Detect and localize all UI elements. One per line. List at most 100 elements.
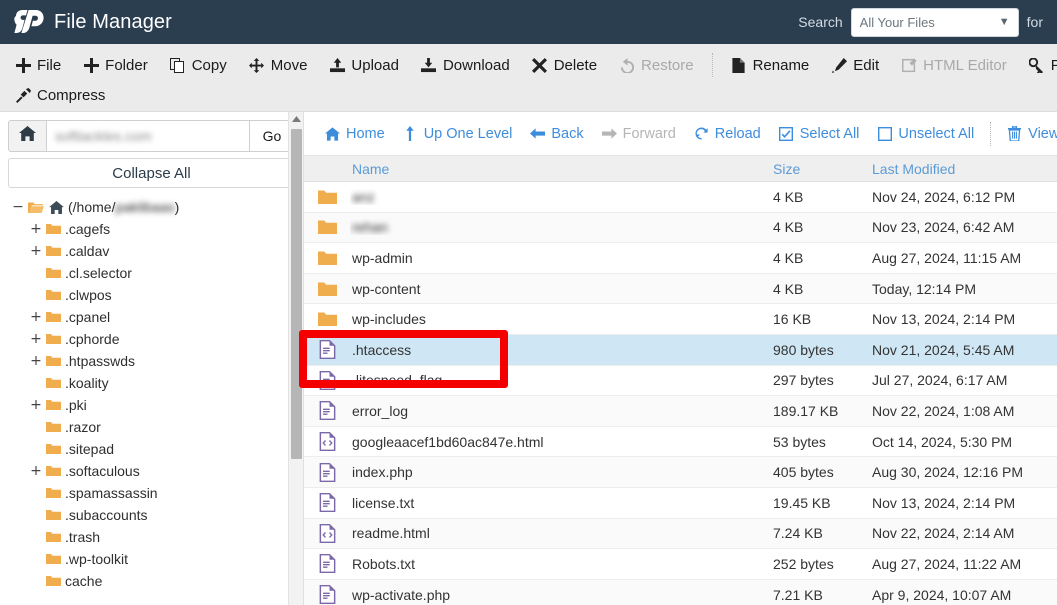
tree-node-cpanel[interactable]: + .cpanel <box>8 306 295 328</box>
file-name[interactable]: license.txt <box>350 495 773 511</box>
tree-node-home[interactable]: − (/home/paklibaas) <box>8 196 295 218</box>
expand-toggle-icon[interactable]: + <box>30 332 42 346</box>
tree-node-spamassassin[interactable]: .spamassassin <box>8 482 295 504</box>
table-row[interactable]: license.txt 19.45 KB Nov 13, 2024, 2:14 … <box>304 487 1057 519</box>
tree-node-koality[interactable]: .koality <box>8 372 295 394</box>
expand-toggle-icon[interactable]: + <box>30 354 42 368</box>
table-row[interactable]: error_log 189.17 KB Nov 22, 2024, 1:08 A… <box>304 396 1057 427</box>
file-name[interactable]: Robots.txt <box>350 556 773 572</box>
compress-button[interactable]: Compress <box>4 84 116 107</box>
table-row[interactable]: wp-content 4 KB Today, 12:14 PM <box>304 273 1057 305</box>
file-name[interactable]: readme.html <box>350 525 773 541</box>
copy-button[interactable]: Copy <box>159 54 238 77</box>
new-file-button[interactable]: File <box>4 54 72 77</box>
table-row[interactable]: wp-activate.php 7.21 KB Apr 9, 2024, 10:… <box>304 579 1057 605</box>
download-button[interactable]: Download <box>410 54 521 77</box>
html-file-icon <box>304 432 350 452</box>
nav-toolbar-divider <box>990 121 992 146</box>
tree-node-label: .clwpos <box>65 287 112 303</box>
table-row[interactable]: googleaacef1bd60ac847e.html 53 bytes Oct… <box>304 426 1057 458</box>
arrow-up-icon <box>403 126 418 141</box>
folder-icon <box>46 443 61 455</box>
nav-reload-button[interactable]: Reload <box>685 123 770 145</box>
undo-icon <box>619 57 635 73</box>
table-row[interactable]: readme.html 7.24 KB Nov 22, 2024, 2:14 A… <box>304 518 1057 550</box>
tree-node-cl-selector[interactable]: .cl.selector <box>8 262 295 284</box>
app-header: File Manager Search All Your Files ▼ for <box>0 0 1057 44</box>
expand-toggle-icon[interactable]: + <box>30 310 42 324</box>
table-row[interactable]: wp-admin 4 KB Aug 27, 2024, 11:15 AM <box>304 243 1057 274</box>
file-size: 7.21 KB <box>773 586 823 603</box>
tree-node-cphorde[interactable]: + .cphorde <box>8 328 295 350</box>
table-row[interactable]: rehan 4 KB Nov 23, 2024, 6:42 AM <box>304 212 1057 244</box>
tree-node-label: .spamassassin <box>65 485 158 501</box>
permissions-button[interactable]: Permissions <box>1018 54 1057 77</box>
file-name[interactable]: wp-content <box>350 281 773 297</box>
tree-node-label: .trash <box>65 529 101 545</box>
scroll-up-arrow-icon[interactable] <box>289 112 303 126</box>
tree-node-softaculous[interactable]: + .softaculous <box>8 460 295 482</box>
collapse-all-button[interactable]: Collapse All <box>8 158 295 188</box>
column-header-modified[interactable]: Last Modified <box>872 161 1057 177</box>
sidebar-home-button[interactable] <box>8 120 46 152</box>
nav-home-button[interactable]: Home <box>316 123 394 145</box>
table-row[interactable]: index.php 405 bytes Aug 30, 2024, 12:16 … <box>304 457 1057 488</box>
file-name[interactable]: .htaccess <box>350 342 773 358</box>
column-header-name[interactable]: Name <box>350 161 773 177</box>
table-row[interactable]: wp-includes 16 KB Nov 13, 2024, 2:14 PM <box>304 304 1057 335</box>
expand-toggle-icon[interactable]: + <box>30 244 42 258</box>
tree-node-subaccounts[interactable]: .subaccounts <box>8 504 295 526</box>
path-input[interactable]: softtackles.com <box>46 120 249 152</box>
tree-node-caldav[interactable]: + .caldav <box>8 240 295 262</box>
search-scope-select[interactable]: All Your Files ▼ <box>850 7 1019 37</box>
rename-button[interactable]: Rename <box>720 54 821 77</box>
file-size: 4 KB <box>773 280 804 297</box>
nav-select-all-button[interactable]: Select All <box>770 123 869 145</box>
file-name[interactable]: wp-includes <box>350 311 773 327</box>
tree-node-clwpos[interactable]: .clwpos <box>8 284 295 306</box>
file-name[interactable]: error_log <box>350 403 773 419</box>
sidebar-scrollbar-thumb[interactable] <box>291 129 302 459</box>
delete-button[interactable]: Delete <box>521 54 608 77</box>
nav-back-button[interactable]: Back <box>521 123 592 145</box>
upload-button[interactable]: Upload <box>318 54 410 77</box>
tree-node-pki[interactable]: + .pki <box>8 394 295 416</box>
nav-view-trash-button[interactable]: View Trash <box>998 123 1057 145</box>
file-name[interactable]: wp-admin <box>350 250 773 266</box>
nav-unselect-all-button[interactable]: Unselect All <box>868 123 983 145</box>
tree-node-wp-toolkit[interactable]: .wp-toolkit <box>8 548 295 570</box>
tree-node-sitepad[interactable]: .sitepad <box>8 438 295 460</box>
tree-node-trash[interactable]: .trash <box>8 526 295 548</box>
nav-up-one-level-button[interactable]: Up One Level <box>394 123 522 145</box>
move-button[interactable]: Move <box>238 54 319 77</box>
folder-icon <box>46 487 61 499</box>
expand-toggle-icon[interactable]: + <box>30 222 42 236</box>
expand-toggle-icon[interactable]: + <box>30 464 42 478</box>
column-header-size[interactable]: Size <box>773 161 872 177</box>
file-modified: Oct 14, 2024, 5:30 PM <box>872 433 1013 450</box>
text-file-icon <box>304 585 350 605</box>
edit-button[interactable]: Edit <box>820 54 890 77</box>
sidebar-scrollbar[interactable] <box>288 112 303 605</box>
edit-label: Edit <box>853 56 880 74</box>
file-name[interactable]: wp-activate.php <box>350 587 773 603</box>
tree-node-label: .subaccounts <box>65 507 148 523</box>
table-row[interactable]: anz 4 KB Nov 24, 2024, 6:12 PM <box>304 182 1057 213</box>
table-row[interactable]: Robots.txt 252 bytes Aug 27, 2024, 11:22… <box>304 549 1057 580</box>
table-row-htaccess[interactable]: .htaccess 980 bytes Nov 21, 2024, 5:45 A… <box>304 334 1057 366</box>
table-row[interactable]: .litespeed_flag 297 bytes Jul 27, 2024, … <box>304 365 1057 397</box>
file-name[interactable]: index.php <box>350 464 773 480</box>
tree-node-htpasswds[interactable]: + .htpasswds <box>8 350 295 372</box>
expand-toggle-icon[interactable]: + <box>30 398 42 412</box>
new-folder-button[interactable]: Folder <box>72 54 159 77</box>
file-name[interactable]: googleaacef1bd60ac847e.html <box>350 434 773 450</box>
file-name[interactable]: rehan <box>350 219 773 235</box>
file-name[interactable]: anz <box>350 189 773 205</box>
html-editor-button: HTML Editor <box>890 54 1018 77</box>
file-name[interactable]: .litespeed_flag <box>350 372 773 388</box>
tree-node-razor[interactable]: .razor <box>8 416 295 438</box>
file-modified: Nov 23, 2024, 6:42 AM <box>872 219 1015 236</box>
tree-node-cache[interactable]: cache <box>8 570 295 592</box>
collapse-toggle-icon[interactable]: − <box>12 200 24 214</box>
tree-node-cagefs[interactable]: + .cagefs <box>8 218 295 240</box>
